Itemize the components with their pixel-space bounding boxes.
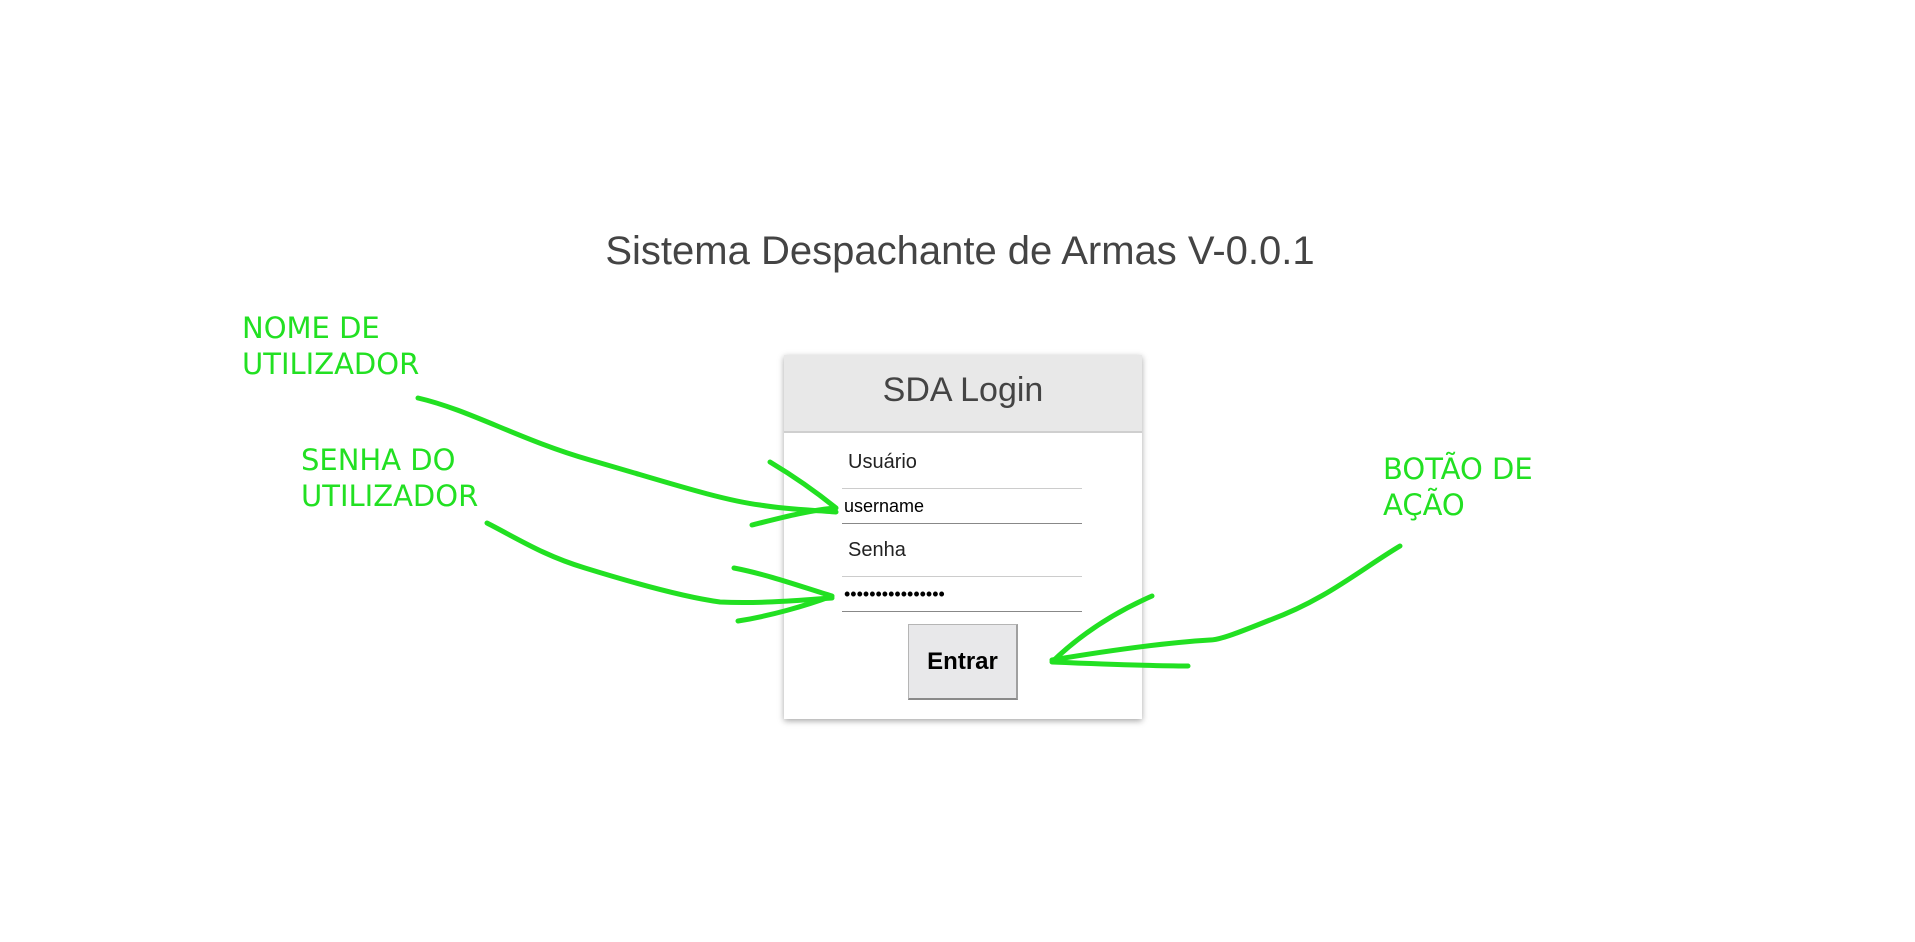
annotation-username-note: NOME DE UTILIZADOR xyxy=(242,311,420,381)
login-submit-button[interactable]: Entrar xyxy=(908,624,1018,700)
annotation-password-note: SENHA DO UTILIZADOR xyxy=(301,443,479,513)
annotation-action-note: BOTÃO DE AÇÃO xyxy=(1383,452,1533,522)
password-label: Senha xyxy=(848,539,906,561)
password-input[interactable] xyxy=(842,576,1082,612)
username-input[interactable] xyxy=(842,488,1082,524)
password-arrow-icon xyxy=(484,520,835,606)
page-title: Sistema Despachante de Armas V-0.0.1 xyxy=(605,229,1315,273)
login-card: SDA Login Usuário Senha Entrar xyxy=(784,355,1142,719)
login-header: SDA Login xyxy=(784,355,1142,433)
username-label: Usuário xyxy=(848,451,917,473)
username-arrow-icon xyxy=(415,395,839,515)
